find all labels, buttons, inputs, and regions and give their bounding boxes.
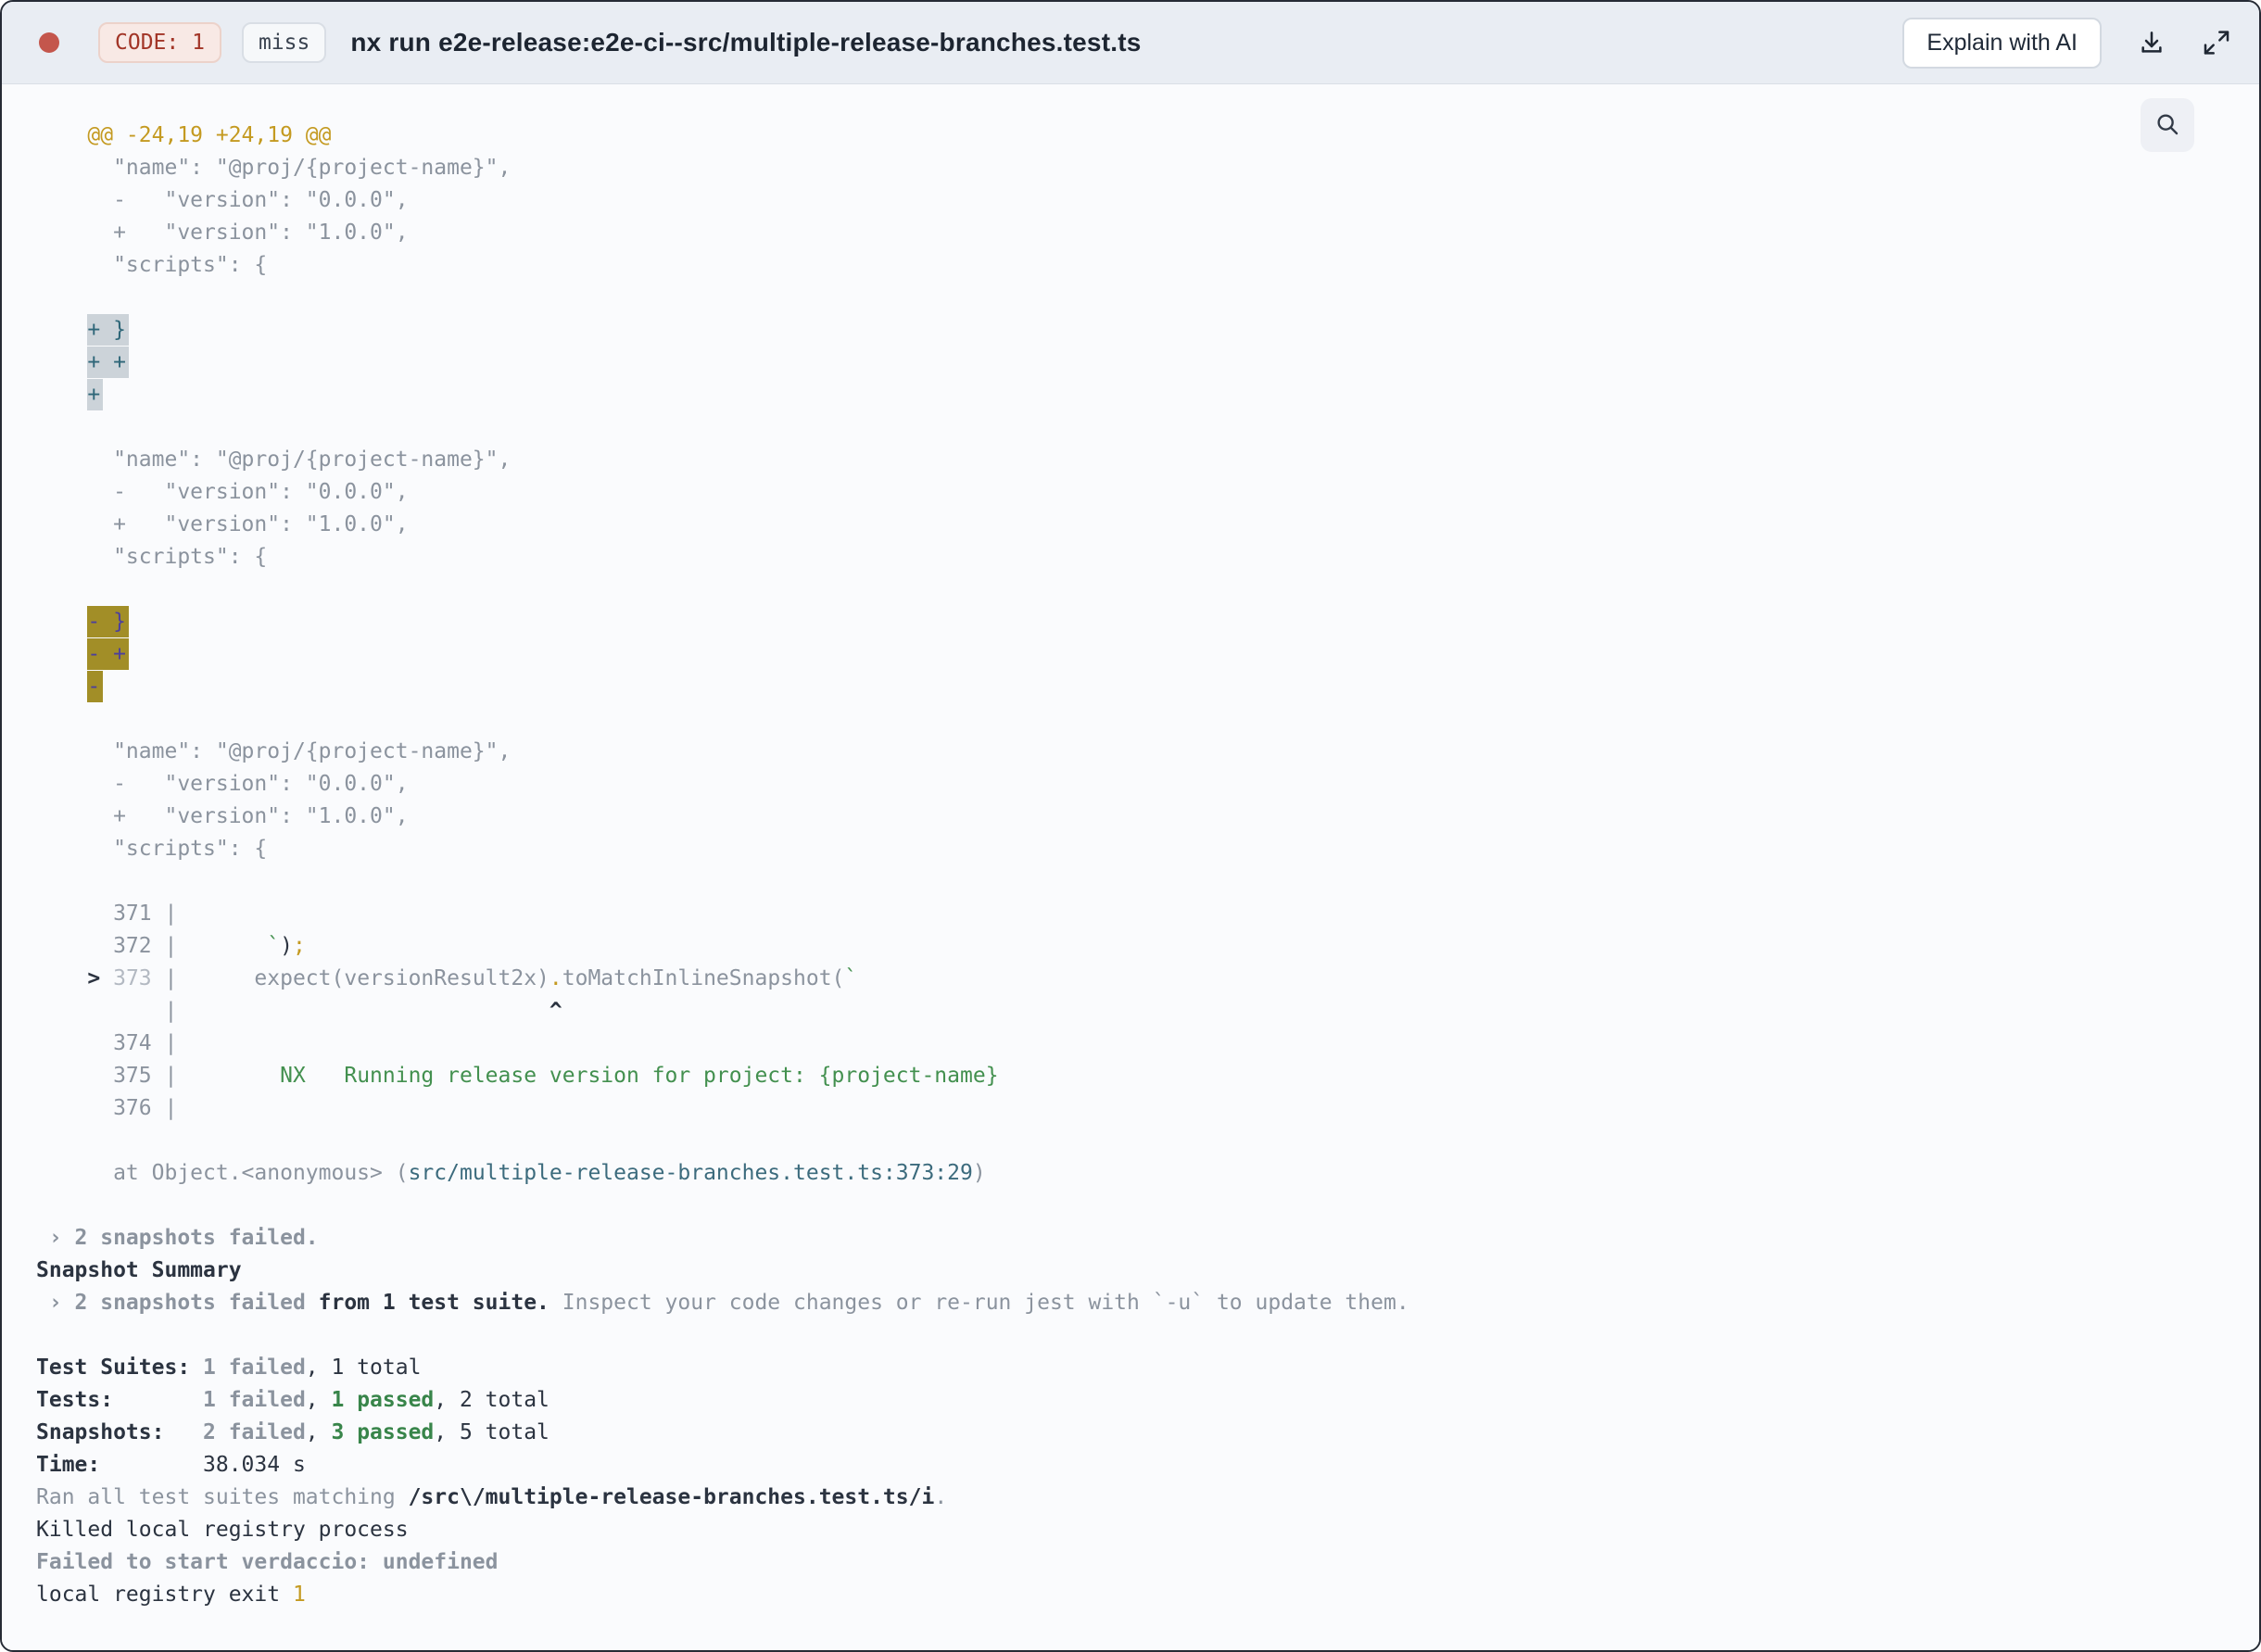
terminal-line: + (36, 379, 2259, 411)
explain-with-ai-button[interactable]: Explain with AI (1902, 17, 2102, 69)
terminal-line: 375 | NX Running release version for pro… (36, 1064, 999, 1088)
terminal-line: Failed to start verdaccio: undefined (36, 1550, 499, 1574)
terminal-line: + "version": "1.0.0", (36, 221, 409, 245)
terminal-line: "scripts": { (36, 545, 268, 569)
terminal-line: "name": "@proj/{project-name}", (36, 156, 512, 180)
exit-code-badge: CODE: 1 (98, 22, 221, 63)
task-output-window: CODE: 1 miss nx run e2e-release:e2e-ci--… (0, 0, 2261, 1652)
terminal-line: - "version": "0.0.0", (36, 188, 409, 212)
terminal-line: Snapshot Summary (36, 1258, 242, 1282)
fullscreen-button[interactable] (2202, 28, 2231, 57)
terminal-line: 372 | `); (36, 934, 306, 958)
terminal-line: - } (36, 606, 2259, 638)
terminal-line: Tests: 1 failed, 1 passed, 2 total (36, 1388, 549, 1412)
terminal-output: @@ -24,19 +24,19 @@ "name": "@proj/{proj… (2, 84, 2259, 1611)
terminal-line: - "version": "0.0.0", (36, 480, 409, 504)
cache-miss-badge: miss (241, 22, 327, 63)
terminal-line: "scripts": { (36, 837, 268, 861)
task-header: CODE: 1 miss nx run e2e-release:e2e-ci--… (2, 2, 2259, 84)
terminal-line: at Object.<anonymous> (src/multiple-rele… (36, 1161, 986, 1185)
task-title: nx run e2e-release:e2e-ci--src/multiple-… (350, 28, 1142, 57)
download-icon (2137, 28, 2166, 57)
terminal-line: - (36, 671, 2259, 703)
terminal-line: 371 | (36, 902, 178, 926)
terminal-line: "name": "@proj/{project-name}", (36, 448, 512, 472)
search-button[interactable] (2141, 98, 2194, 152)
terminal-line: Time: 38.034 s (36, 1453, 306, 1477)
download-button[interactable] (2137, 28, 2166, 57)
terminal-line: local registry exit 1 (36, 1583, 306, 1607)
terminal-line: › 2 snapshots failed. (36, 1226, 319, 1250)
terminal-line: 374 | (36, 1031, 178, 1055)
terminal-line: - + (36, 638, 2259, 671)
terminal-line: Killed local registry process (36, 1518, 409, 1542)
terminal-line: Ran all test suites matching /src\/multi… (36, 1485, 948, 1509)
terminal-line: Test Suites: 1 failed, 1 total (36, 1356, 422, 1380)
terminal-line: + "version": "1.0.0", (36, 804, 409, 828)
terminal-line: + + (36, 347, 2259, 379)
terminal-line: Snapshots: 2 failed, 3 passed, 5 total (36, 1420, 549, 1444)
terminal-line: > 373 | expect(versionResult2x).toMatchI… (36, 966, 858, 990)
terminal-line: "scripts": { (36, 253, 268, 277)
expand-icon (2202, 28, 2231, 57)
terminal-line: @@ -24,19 +24,19 @@ (36, 123, 332, 147)
terminal-line: + "version": "1.0.0", (36, 512, 409, 536)
terminal-line: + } (36, 314, 2259, 347)
status-dot (39, 32, 59, 53)
terminal-line: › 2 snapshots failed from 1 test suite. … (36, 1291, 1409, 1315)
terminal-line: - "version": "0.0.0", (36, 772, 409, 796)
terminal-line: | ^ (36, 999, 562, 1023)
terminal-line: "name": "@proj/{project-name}", (36, 739, 512, 763)
terminal-panel: @@ -24,19 +24,19 @@ "name": "@proj/{proj… (2, 84, 2259, 1650)
search-icon (2154, 110, 2181, 141)
terminal-line: 376 | (36, 1096, 178, 1120)
